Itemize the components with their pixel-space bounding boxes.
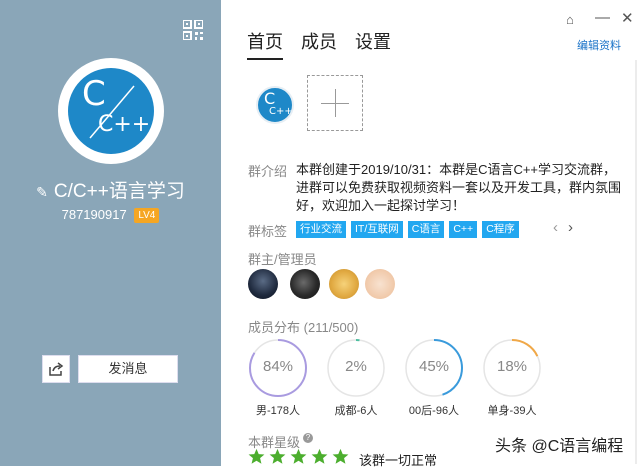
distribution-caption: 单身-39人 — [487, 405, 537, 417]
distribution-label: 成员分布 — [248, 320, 301, 335]
distribution-ring: 18% — [482, 338, 542, 398]
intro-text: 本群创建于2019/10/31：本群是C语言C++学习交流群，进群可以免费获取视… — [296, 162, 622, 213]
tab-home[interactable]: 首页 — [247, 28, 283, 60]
share-button[interactable] — [42, 355, 70, 383]
thumbnail-language: C++ — [269, 106, 293, 117]
group-name: ✎ C/C++语言学习 — [0, 176, 221, 203]
star-icon — [269, 448, 286, 464]
distribution-count: (211/500) — [303, 320, 359, 335]
tag-list: 行业交流 IT/互联网 C语言 C++ C程序 — [296, 221, 519, 238]
group-photo-thumbnail[interactable]: C C++ — [256, 86, 294, 124]
tag-item[interactable]: C程序 — [482, 221, 519, 238]
tag-item[interactable]: 行业交流 — [296, 221, 346, 238]
group-name-text: C/C++语言学习 — [53, 181, 185, 202]
rating-status: 该群一切正常 — [359, 453, 438, 468]
group-id-row: 787190917 LV4 — [0, 207, 221, 223]
intro-label: 群介绍 — [248, 164, 288, 179]
tags-label: 群标签 — [248, 224, 288, 239]
star-icon — [290, 448, 307, 464]
avatar-slash — [89, 85, 135, 139]
distribution-percent: 84% — [262, 358, 294, 375]
distribution-percent: 45% — [418, 358, 450, 375]
star-icon — [311, 448, 328, 464]
watermark-text: 头条 @C语言编程 — [495, 438, 624, 455]
admin-avatar[interactable] — [290, 269, 320, 299]
edit-profile-link[interactable]: 编辑资料 — [577, 37, 621, 53]
tag-item[interactable]: C语言 — [407, 221, 445, 238]
send-message-button[interactable]: 发消息 — [78, 355, 178, 383]
edit-pen-icon[interactable]: ✎ — [36, 184, 48, 200]
chevron-left-icon[interactable]: ‹ — [553, 219, 558, 236]
admin-avatar[interactable] — [329, 269, 359, 299]
close-icon[interactable]: ✕ — [621, 9, 634, 27]
chevron-right-icon[interactable]: › — [568, 219, 573, 236]
tag-item[interactable]: C++ — [449, 221, 478, 238]
help-icon[interactable]: ? — [303, 433, 313, 443]
pin-icon[interactable]: ⌂ — [566, 12, 574, 27]
group-profile-panel: C C++ ✎ C/C++语言学习 787190917 LV4 发消息 — [0, 0, 221, 466]
distribution-caption: 男-178人 — [255, 405, 301, 417]
minimize-icon[interactable]: — — [595, 9, 610, 26]
distribution-label-row: 成员分布 (211/500) — [248, 317, 358, 336]
distribution-caption: 00后-96人 — [408, 405, 460, 417]
distribution-caption: 成都-6人 — [334, 405, 378, 417]
group-avatar[interactable]: C C++ — [58, 58, 164, 164]
distribution-ring: 45% — [404, 338, 464, 398]
share-icon — [49, 362, 64, 376]
star-icon — [248, 448, 265, 464]
tag-scroll: ‹ › — [553, 219, 573, 236]
group-id: 787190917 — [61, 207, 127, 222]
admin-avatar[interactable] — [365, 269, 395, 299]
tag-item[interactable]: IT/互联网 — [351, 221, 403, 238]
distribution-percent: 18% — [496, 358, 528, 375]
tab-settings[interactable]: 设置 — [355, 28, 391, 54]
admins-label: 群主/管理员 — [248, 252, 317, 267]
distribution-percent: 2% — [345, 358, 367, 375]
distribution-ring: 2% — [326, 338, 386, 398]
distribution-ring: 84% — [248, 338, 308, 398]
admin-avatar[interactable] — [248, 269, 278, 299]
tab-members[interactable]: 成员 — [301, 28, 337, 54]
scrollbar[interactable] — [635, 60, 637, 464]
add-photo-button[interactable] — [307, 75, 363, 131]
level-badge: LV4 — [134, 208, 160, 223]
star-icon — [332, 448, 349, 464]
qr-code-icon[interactable] — [183, 20, 203, 40]
